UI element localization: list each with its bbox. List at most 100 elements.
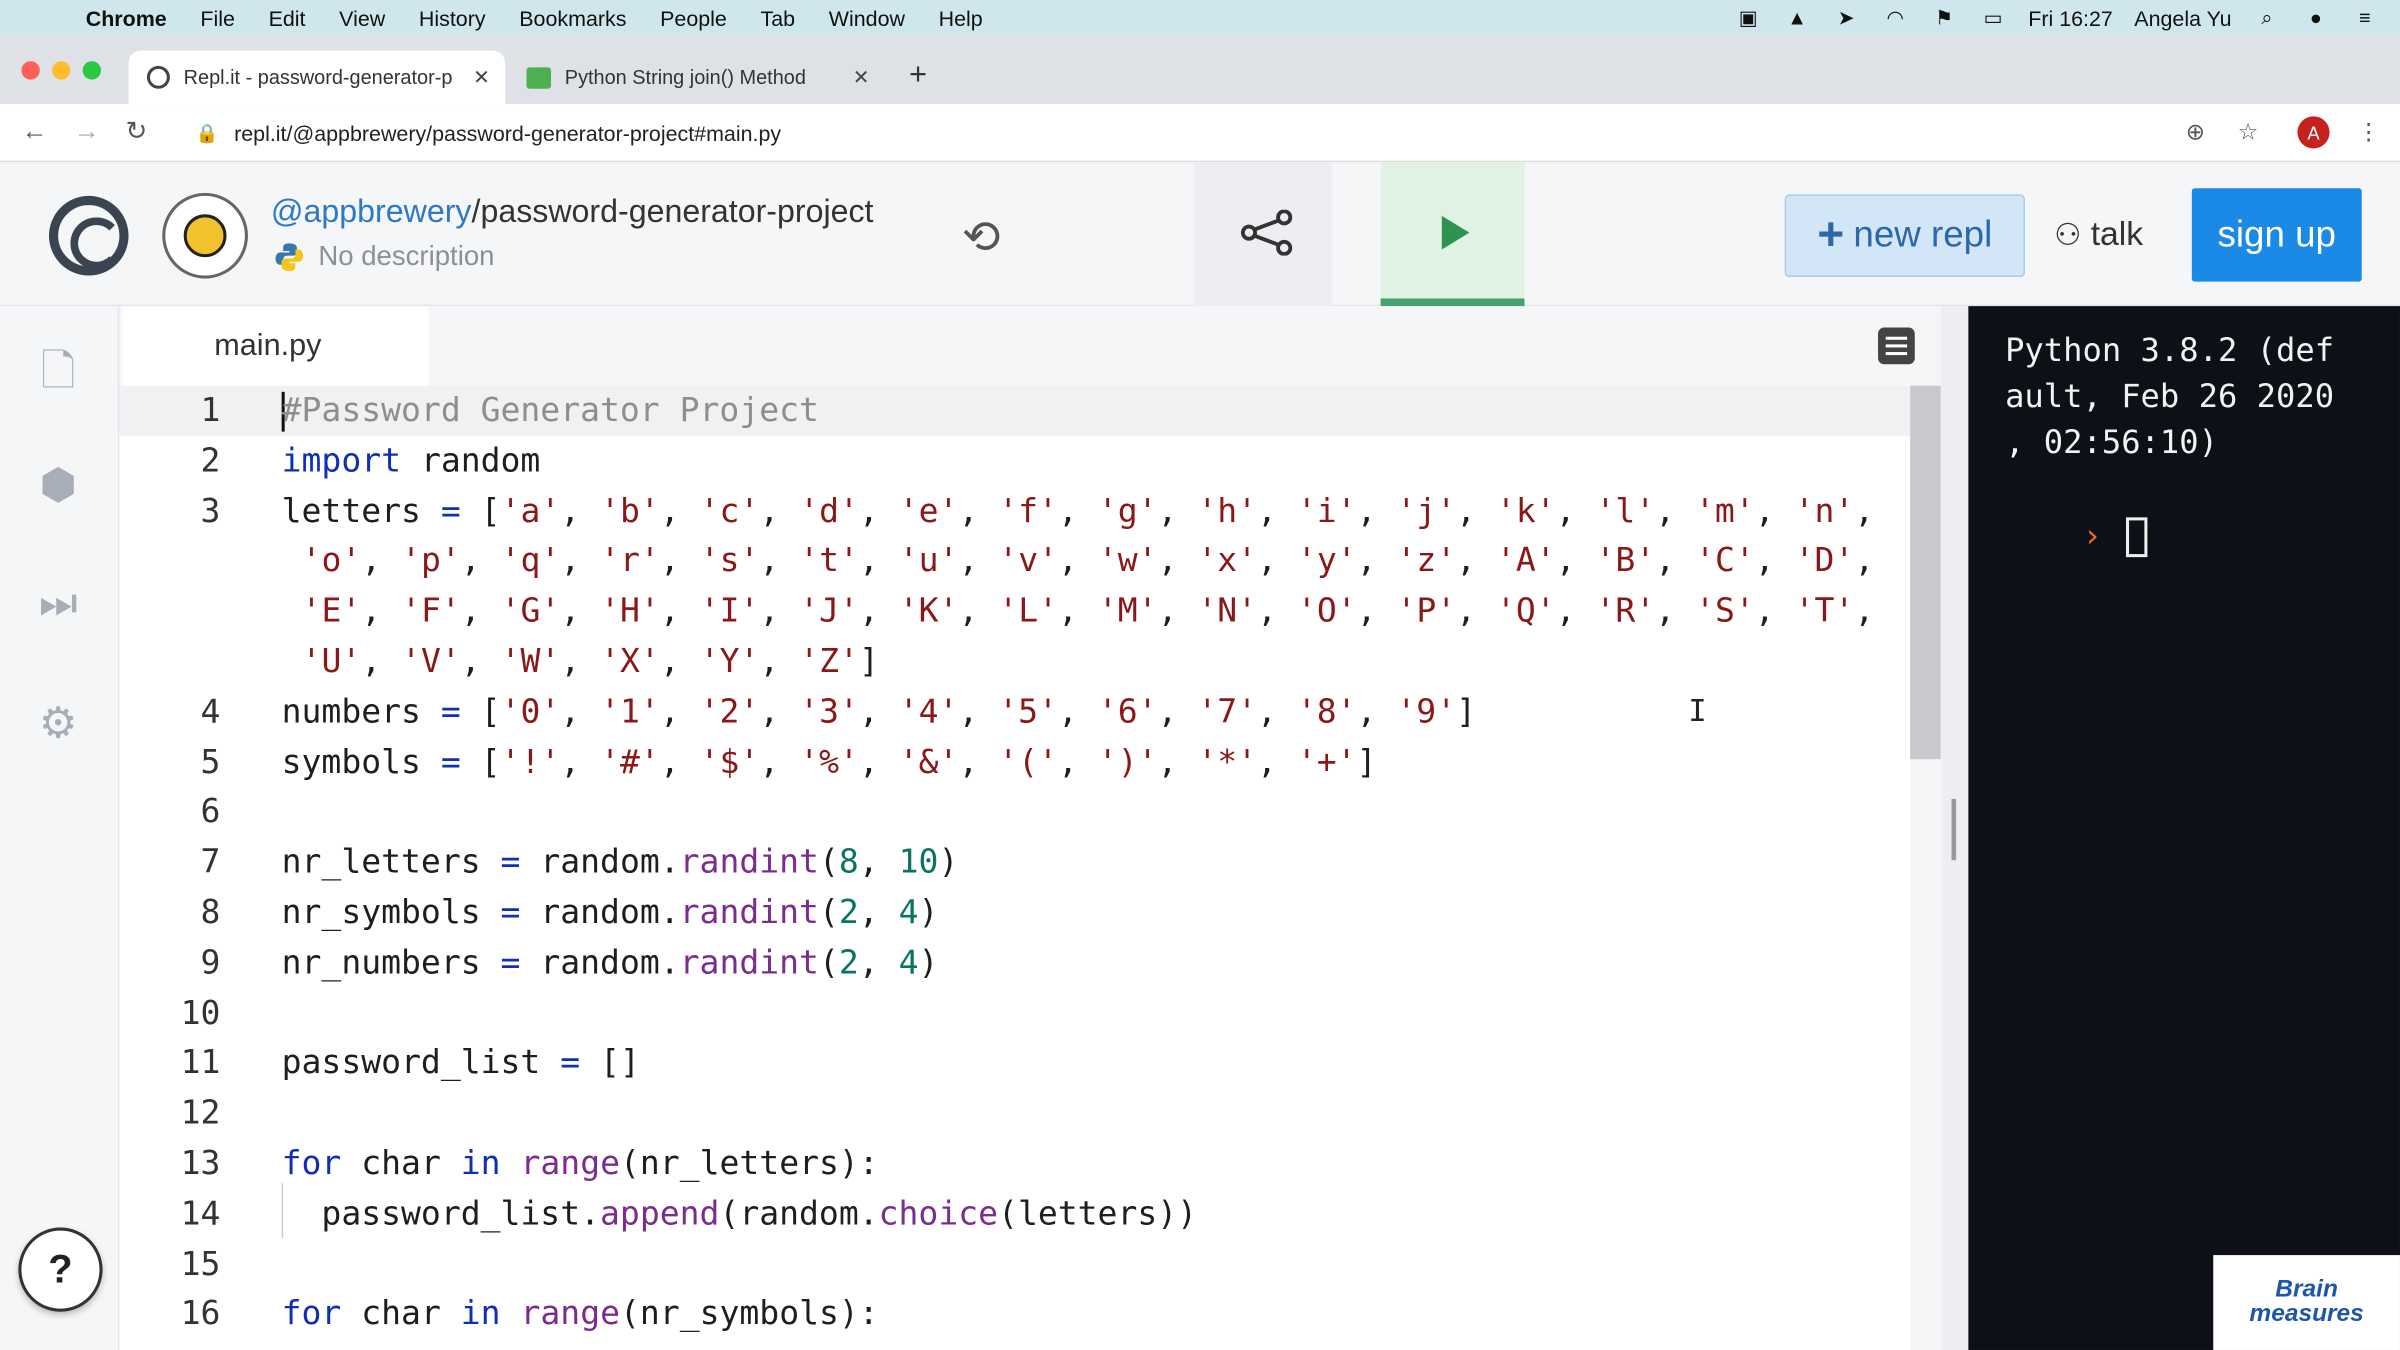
- profile-avatar[interactable]: A: [2297, 116, 2330, 149]
- menu-history[interactable]: History: [419, 5, 486, 29]
- code-line[interactable]: 10: [119, 988, 1910, 1039]
- menu-view[interactable]: View: [339, 5, 385, 29]
- code-line[interactable]: 16 for char in range(nr_symbols):: [119, 1289, 1910, 1340]
- code-line[interactable]: 11 password_list = []: [119, 1038, 1910, 1089]
- line-number: 7: [200, 843, 221, 882]
- code-line[interactable]: 3 letters = ['a', 'b', 'c', 'd', 'e', 'f'…: [119, 486, 1910, 537]
- code-line[interactable]: 'E', 'F', 'G', 'H', 'I', 'J', 'K', 'L', …: [119, 587, 1910, 638]
- menu-tab[interactable]: Tab: [761, 5, 796, 29]
- code-line[interactable]: 6: [119, 787, 1910, 838]
- battery-icon[interactable]: ▭: [1979, 6, 2007, 28]
- menu-help[interactable]: Help: [939, 5, 983, 29]
- packages-icon[interactable]: ⬢: [34, 459, 83, 511]
- menu-people[interactable]: People: [660, 5, 727, 29]
- pane-resize-handle[interactable]: [1951, 798, 1957, 861]
- repl-project-name[interactable]: password-generator-project: [480, 194, 873, 229]
- siri-icon[interactable]: ●: [2302, 6, 2330, 28]
- repl-description[interactable]: No description: [318, 240, 494, 272]
- replit-favicon-icon: [146, 65, 170, 89]
- back-icon[interactable]: ←: [21, 116, 47, 147]
- line-number: 3: [200, 492, 221, 531]
- code-line[interactable]: 4 numbers = ['0', '1', '2', '3', '4', '5'…: [119, 687, 1910, 738]
- console-line: ault, Feb 26 2020: [2005, 378, 2335, 415]
- new-tab-icon[interactable]: +: [909, 58, 927, 93]
- forward-icon[interactable]: →: [73, 116, 99, 147]
- maximize-window-button[interactable]: [82, 61, 102, 80]
- notification-center-icon[interactable]: ≡: [2351, 6, 2379, 28]
- console-prompt: ›: [2082, 517, 2102, 555]
- code-line[interactable]: 'U', 'V', 'W', 'X', 'Y', 'Z']: [119, 637, 1910, 688]
- line-number: 14: [180, 1195, 221, 1234]
- flag-uk-icon[interactable]: ⚑: [1930, 6, 1958, 28]
- debugger-icon[interactable]: ⏭: [34, 579, 83, 631]
- code-text: letters = ['a', 'b', 'c', 'd', 'e', 'f',…: [281, 492, 1875, 531]
- repl-owner-link[interactable]: @appbrewery: [271, 194, 472, 229]
- line-number: 2: [200, 442, 221, 481]
- code-text: import random: [281, 442, 541, 481]
- replit-logo-icon[interactable]: [48, 195, 129, 276]
- address-bar[interactable]: 🔒 repl.it/@appbrewery/password-generator…: [174, 111, 2241, 155]
- code-line[interactable]: 'o', 'p', 'q', 'r', 's', 't', 'u', 'v', …: [119, 536, 1910, 587]
- close-window-button[interactable]: [21, 61, 40, 80]
- code-line[interactable]: 12: [119, 1089, 1910, 1140]
- code-line[interactable]: 15: [119, 1239, 1910, 1290]
- send-icon[interactable]: ➤: [1832, 6, 1860, 28]
- zoom-icon[interactable]: ⊕: [2186, 118, 2205, 145]
- line-number: 1: [200, 391, 221, 431]
- people-icon: ⚇: [2054, 218, 2082, 252]
- menu-app-name[interactable]: Chrome: [86, 5, 167, 29]
- lock-icon[interactable]: 🔒: [196, 122, 219, 143]
- code-text: symbols = ['!', '#', '$', '%', '&', '(',…: [281, 743, 1377, 782]
- screen-record-icon[interactable]: ▣: [1734, 6, 1762, 28]
- sign-up-button[interactable]: sign up: [2191, 188, 2362, 282]
- new-repl-button[interactable]: + new repl: [1784, 194, 2025, 278]
- code-line[interactable]: 7 nr_letters = random.randint(8, 10): [119, 838, 1910, 889]
- code-text: for char in range(nr_symbols):: [281, 1295, 879, 1334]
- reload-icon[interactable]: ↻: [126, 116, 148, 147]
- code-line[interactable]: 9 nr_numbers = random.randint(2, 4): [119, 938, 1910, 989]
- console-prompt-line[interactable]: ›: [2005, 467, 2148, 605]
- line-number: 13: [180, 1144, 221, 1184]
- code-line[interactable]: 13 for char in range(nr_letters):: [119, 1139, 1910, 1190]
- menu-window[interactable]: Window: [829, 5, 905, 29]
- close-tab-icon[interactable]: ✕: [473, 65, 490, 89]
- code-text: nr_symbols = random.randint(2, 4): [281, 893, 939, 933]
- code-line[interactable]: 14 password_list.append(random.choice(le…: [119, 1189, 1910, 1240]
- spotlight-search-icon[interactable]: ⌕: [2253, 6, 2281, 28]
- files-icon[interactable]: 🗋: [34, 340, 83, 394]
- minimize-window-button[interactable]: [52, 61, 71, 80]
- user-name[interactable]: Angela Yu: [2134, 5, 2231, 29]
- history-icon[interactable]: ⟲: [952, 211, 1010, 264]
- notifications-icon[interactable]: ▲: [1783, 6, 1811, 28]
- repl-title: @appbrewery/password-generator-project: [270, 194, 874, 230]
- close-tab-icon[interactable]: ✕: [853, 65, 870, 89]
- share-icon: [1240, 209, 1293, 256]
- bookmark-star-icon[interactable]: ☆: [2238, 118, 2259, 145]
- help-button[interactable]: ?: [18, 1227, 103, 1312]
- wifi-icon[interactable]: ◠: [1881, 6, 1909, 28]
- tab-title: Repl.it - password-generator-p: [183, 65, 453, 89]
- tab-replit[interactable]: Repl.it - password-generator-p ✕: [128, 50, 506, 105]
- code-line[interactable]: 2 import random: [119, 436, 1910, 487]
- outline-icon[interactable]: [1878, 327, 1915, 365]
- w3schools-favicon-icon: [526, 66, 552, 89]
- talk-button[interactable]: ⚇ talk: [2054, 214, 2143, 254]
- editor-scrollbar-thumb[interactable]: [1910, 385, 1941, 760]
- code-line[interactable]: 1 #Password Generator Project: [119, 385, 1911, 437]
- org-avatar[interactable]: [162, 192, 248, 279]
- chrome-menu-icon[interactable]: ⋮: [2357, 118, 2380, 145]
- settings-gear-icon[interactable]: ⚙: [34, 698, 83, 750]
- code-text: 'U', 'V', 'W', 'X', 'Y', 'Z']: [301, 642, 879, 682]
- tab-title: Python String join() Method: [564, 65, 806, 89]
- code-text: 'o', 'p', 'q', 'r', 's', 't', 'u', 'v', …: [301, 542, 1875, 581]
- code-line[interactable]: 8 nr_symbols = random.randint(2, 4): [119, 888, 1910, 939]
- code-text: password_list.append(random.choice(lette…: [281, 1195, 1198, 1234]
- code-editor[interactable]: 1 #Password Generator Project 2 import rand…: [119, 385, 1911, 1350]
- tab-python-join[interactable]: Python String join() Method ✕: [508, 51, 885, 105]
- code-line[interactable]: 5 symbols = ['!', '#', '$', '%', '&', '('…: [119, 737, 1910, 788]
- file-tab-main[interactable]: main.py: [122, 306, 429, 386]
- clock[interactable]: Fri 16:27: [2028, 5, 2113, 29]
- menu-edit[interactable]: Edit: [269, 5, 306, 29]
- menu-file[interactable]: File: [200, 5, 235, 29]
- menu-bookmarks[interactable]: Bookmarks: [519, 5, 626, 29]
